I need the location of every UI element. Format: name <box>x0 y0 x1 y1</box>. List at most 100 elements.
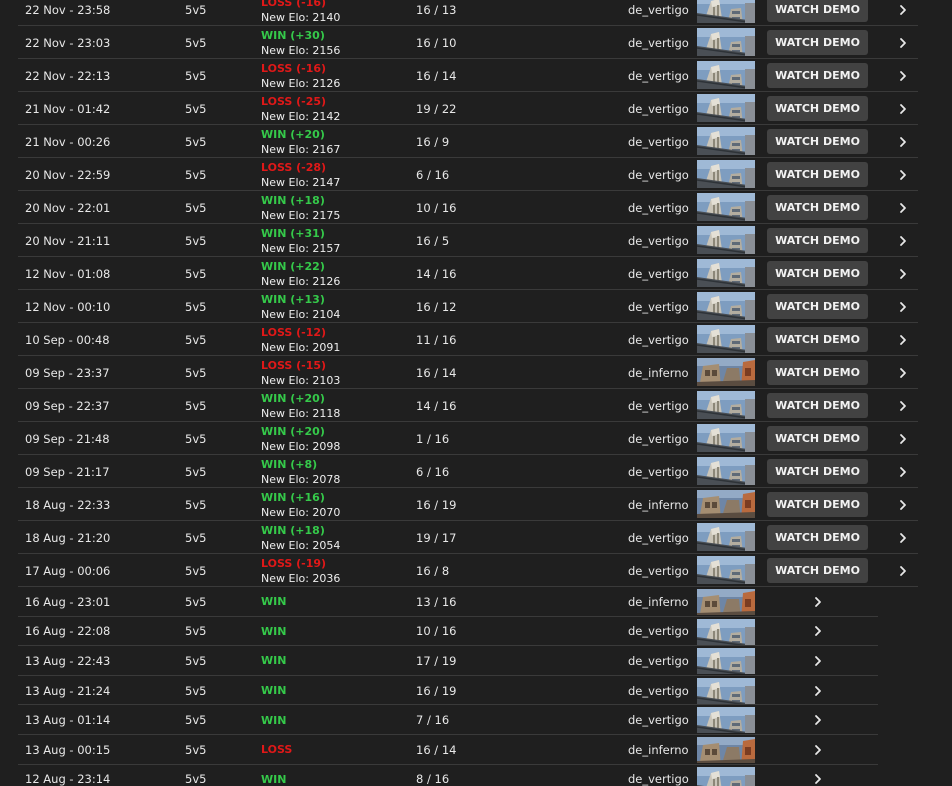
chevron-right-icon[interactable] <box>814 617 822 647</box>
watch-demo-button[interactable]: WATCH DEMO <box>767 0 868 22</box>
result-label: WIN (+30) <box>261 28 325 42</box>
watch-demo-button[interactable]: WATCH DEMO <box>767 228 868 253</box>
map-name: de_vertigo <box>628 233 689 248</box>
chevron-right-icon[interactable] <box>899 455 907 488</box>
result-label: WIN <box>261 654 287 668</box>
watch-demo-button[interactable]: WATCH DEMO <box>767 63 868 88</box>
match-row[interactable]: 09 Sep - 21:48 5v5 WIN (+20) New Elo: 2098 1… <box>0 422 952 455</box>
watch-demo-button[interactable]: WATCH DEMO <box>767 327 868 352</box>
chevron-right-icon[interactable] <box>899 554 907 587</box>
chevron-right-icon[interactable] <box>899 125 907 158</box>
chevron-right-icon[interactable] <box>899 389 907 422</box>
match-score: 16 / 19 <box>416 497 457 512</box>
map-name: de_inferno <box>628 497 689 512</box>
watch-demo-button[interactable]: WATCH DEMO <box>767 294 868 319</box>
chevron-right-icon[interactable] <box>899 59 907 92</box>
watch-demo-button[interactable]: WATCH DEMO <box>767 195 868 220</box>
chevron-right-icon[interactable] <box>899 224 907 257</box>
result-label: WIN <box>261 624 287 638</box>
match-row[interactable]: 20 Nov - 22:01 5v5 WIN (+18) New Elo: 2175 1… <box>0 191 952 224</box>
chevron-right-icon[interactable] <box>899 290 907 323</box>
map-name: de_vertigo <box>628 772 689 786</box>
chevron-right-icon[interactable] <box>899 0 907 26</box>
watch-demo-button[interactable]: WATCH DEMO <box>767 459 868 484</box>
chevron-right-icon[interactable] <box>899 26 907 59</box>
match-row[interactable]: 17 Aug - 00:06 5v5 LOSS (-19) New Elo: 2036… <box>0 554 952 587</box>
match-row[interactable]: 13 Aug - 22:43 5v5 WIN 17 / 19 de_vertigo <box>0 646 952 676</box>
chevron-right-icon[interactable] <box>899 323 907 356</box>
watch-demo-button[interactable]: WATCH DEMO <box>767 360 868 385</box>
match-row[interactable]: 13 Aug - 01:14 5v5 WIN 7 / 16 de_vertigo <box>0 705 952 735</box>
match-row[interactable]: 21 Nov - 01:42 5v5 LOSS (-25) New Elo: 2142… <box>0 92 952 125</box>
chevron-right-icon[interactable] <box>899 356 907 389</box>
chevron-right-icon[interactable] <box>899 521 907 554</box>
watch-demo-button[interactable]: WATCH DEMO <box>767 261 868 286</box>
match-row[interactable]: 10 Sep - 00:48 5v5 LOSS (-12) New Elo: 2091… <box>0 323 952 356</box>
match-row[interactable]: 12 Nov - 01:08 5v5 WIN (+22) New Elo: 2126 1… <box>0 257 952 290</box>
chevron-right-icon[interactable] <box>814 646 822 676</box>
match-row[interactable]: 22 Nov - 22:13 5v5 LOSS (-16) New Elo: 2126… <box>0 59 952 92</box>
watch-demo-button[interactable]: WATCH DEMO <box>767 30 868 55</box>
match-result: WIN (+20) New Elo: 2167 <box>261 125 340 158</box>
chevron-right-icon[interactable] <box>899 257 907 290</box>
match-row[interactable]: 20 Nov - 21:11 5v5 WIN (+31) New Elo: 2157 1… <box>0 224 952 257</box>
match-row[interactable]: 20 Nov - 22:59 5v5 LOSS (-28) New Elo: 2147… <box>0 158 952 191</box>
match-mode: 5v5 <box>185 497 207 512</box>
map-name: de_vertigo <box>628 431 689 446</box>
chevron-right-icon[interactable] <box>814 676 822 706</box>
result-label: LOSS (-12) <box>261 325 327 339</box>
match-score: 16 / 13 <box>416 2 457 17</box>
map-thumbnail-inferno <box>697 589 755 615</box>
watch-demo-button[interactable]: WATCH DEMO <box>767 96 868 121</box>
match-row[interactable]: 21 Nov - 00:26 5v5 WIN (+20) New Elo: 2167 1… <box>0 125 952 158</box>
match-result: LOSS (-16) New Elo: 2126 <box>261 59 340 92</box>
chevron-right-icon[interactable] <box>814 735 822 765</box>
match-date: 09 Sep - 23:37 <box>25 365 110 380</box>
match-row[interactable]: 12 Nov - 00:10 5v5 WIN (+13) New Elo: 2104 1… <box>0 290 952 323</box>
match-mode: 5v5 <box>185 464 207 479</box>
match-row[interactable]: 22 Nov - 23:58 5v5 LOSS (-16) New Elo: 2140… <box>0 0 952 26</box>
match-row[interactable]: 16 Aug - 23:01 5v5 WIN 13 / 16 de_inferno <box>0 587 952 617</box>
match-row[interactable]: 12 Aug - 23:14 5v5 WIN 8 / 16 de_vertigo <box>0 765 952 786</box>
match-row[interactable]: 09 Sep - 21:17 5v5 WIN (+8) New Elo: 2078 6 … <box>0 455 952 488</box>
match-result: LOSS <box>261 735 292 765</box>
match-row[interactable]: 13 Aug - 00:15 5v5 LOSS 16 / 14 de_inferno <box>0 735 952 765</box>
watch-demo-button[interactable]: WATCH DEMO <box>767 162 868 187</box>
match-mode: 5v5 <box>185 683 207 698</box>
new-elo: New Elo: 2167 <box>261 142 341 156</box>
chevron-right-icon[interactable] <box>899 422 907 455</box>
match-row[interactable]: 13 Aug - 21:24 5v5 WIN 16 / 19 de_vertigo <box>0 676 952 706</box>
match-result: LOSS (-25) New Elo: 2142 <box>261 92 340 125</box>
new-elo: New Elo: 2091 <box>261 340 341 354</box>
chevron-right-icon[interactable] <box>899 191 907 224</box>
match-row[interactable]: 09 Sep - 22:37 5v5 WIN (+20) New Elo: 2118 1… <box>0 389 952 422</box>
match-row[interactable]: 22 Nov - 23:03 5v5 WIN (+30) New Elo: 2156 1… <box>0 26 952 59</box>
match-history: 22 Nov - 23:58 5v5 LOSS (-16) New Elo: 2140… <box>0 0 952 786</box>
match-row[interactable]: 16 Aug - 22:08 5v5 WIN 10 / 16 de_vertigo <box>0 617 952 647</box>
watch-demo-button[interactable]: WATCH DEMO <box>767 393 868 418</box>
match-mode: 5v5 <box>185 35 207 50</box>
match-date: 16 Aug - 22:08 <box>25 624 111 639</box>
match-score: 1 / 16 <box>416 431 450 446</box>
chevron-right-icon[interactable] <box>899 158 907 191</box>
map-name: de_vertigo <box>628 167 689 182</box>
watch-demo-button[interactable]: WATCH DEMO <box>767 129 868 154</box>
chevron-right-icon[interactable] <box>814 765 822 786</box>
match-row[interactable]: 09 Sep - 23:37 5v5 LOSS (-15) New Elo: 2103… <box>0 356 952 389</box>
chevron-right-icon[interactable] <box>899 488 907 521</box>
watch-demo-button[interactable]: WATCH DEMO <box>767 492 868 517</box>
match-row[interactable]: 18 Aug - 22:33 5v5 WIN (+16) New Elo: 2070 1… <box>0 488 952 521</box>
chevron-right-icon[interactable] <box>899 92 907 125</box>
chevron-right-icon[interactable] <box>814 587 822 617</box>
watch-demo-button[interactable]: WATCH DEMO <box>767 426 868 451</box>
match-date: 18 Aug - 21:20 <box>25 530 111 545</box>
watch-demo-button[interactable]: WATCH DEMO <box>767 558 868 583</box>
watch-demo-button[interactable]: WATCH DEMO <box>767 525 868 550</box>
match-row[interactable]: 18 Aug - 21:20 5v5 WIN (+18) New Elo: 2054 1… <box>0 521 952 554</box>
result-label: WIN (+16) <box>261 490 325 504</box>
match-date: 20 Nov - 22:01 <box>25 200 111 215</box>
chevron-right-icon[interactable] <box>814 705 822 735</box>
map-thumbnail-vertigo <box>697 391 755 419</box>
new-elo: New Elo: 2147 <box>261 175 341 189</box>
map-name: de_inferno <box>628 594 689 609</box>
